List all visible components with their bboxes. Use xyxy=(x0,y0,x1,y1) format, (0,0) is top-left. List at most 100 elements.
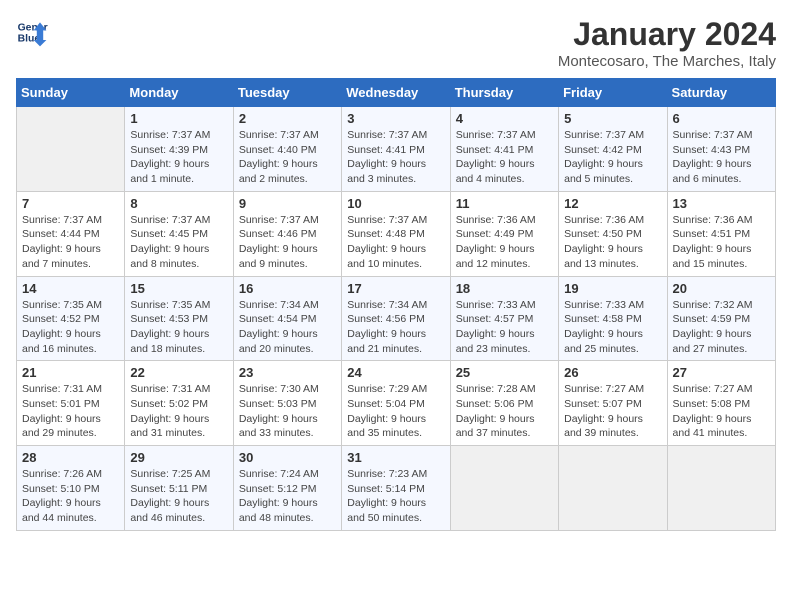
day-number: 4 xyxy=(456,111,553,126)
day-info: Sunrise: 7:31 AM Sunset: 5:01 PM Dayligh… xyxy=(22,382,119,441)
day-info: Sunrise: 7:34 AM Sunset: 4:56 PM Dayligh… xyxy=(347,298,444,357)
header-row: Sunday Monday Tuesday Wednesday Thursday… xyxy=(17,79,776,107)
calendar-subtitle: Montecosaro, The Marches, Italy xyxy=(558,53,776,70)
day-cell: 26 Sunrise: 7:27 AM Sunset: 5:07 PM Dayli… xyxy=(559,361,667,446)
day-number: 7 xyxy=(22,196,119,211)
day-number: 11 xyxy=(456,196,553,211)
day-cell: 15 Sunrise: 7:35 AM Sunset: 4:53 PM Dayli… xyxy=(125,276,233,361)
day-info: Sunrise: 7:37 AM Sunset: 4:41 PM Dayligh… xyxy=(347,128,444,187)
day-info: Sunrise: 7:36 AM Sunset: 4:49 PM Dayligh… xyxy=(456,213,553,272)
day-cell: 13Sunrise: 7:36 AM Sunset: 4:51 PM Dayli… xyxy=(667,191,775,276)
day-number: 23 xyxy=(239,365,336,380)
day-cell: 6 Sunrise: 7:37 AM Sunset: 4:43 PM Daylig… xyxy=(667,107,775,192)
day-cell: 1 Sunrise: 7:37 AM Sunset: 4:39 PM Daylig… xyxy=(125,107,233,192)
day-number: 30 xyxy=(239,450,336,465)
week-row-4: 28 Sunrise: 7:26 AM Sunset: 5:10 PM Dayli… xyxy=(17,446,776,531)
day-info: Sunrise: 7:34 AM Sunset: 4:54 PM Dayligh… xyxy=(239,298,336,357)
day-number: 26 xyxy=(564,365,661,380)
day-cell: 19Sunrise: 7:33 AM Sunset: 4:58 PM Dayli… xyxy=(559,276,667,361)
day-cell: 12 Sunrise: 7:36 AM Sunset: 4:50 PM Dayli… xyxy=(559,191,667,276)
day-number: 20 xyxy=(673,281,770,296)
day-info: Sunrise: 7:31 AM Sunset: 5:02 PM Dayligh… xyxy=(130,382,227,441)
header-tuesday: Tuesday xyxy=(233,79,341,107)
title-area: January 2024 Montecosaro, The Marches, I… xyxy=(558,16,776,70)
day-info: Sunrise: 7:33 AM Sunset: 4:57 PM Dayligh… xyxy=(456,298,553,357)
week-row-1: 7 Sunrise: 7:37 AM Sunset: 4:44 PM Daylig… xyxy=(17,191,776,276)
day-info: Sunrise: 7:37 AM Sunset: 4:45 PM Dayligh… xyxy=(130,213,227,272)
logo: General Blue xyxy=(16,16,48,48)
day-cell: 17Sunrise: 7:34 AM Sunset: 4:56 PM Dayli… xyxy=(342,276,450,361)
day-info: Sunrise: 7:37 AM Sunset: 4:48 PM Dayligh… xyxy=(347,213,444,272)
day-info: Sunrise: 7:25 AM Sunset: 5:11 PM Dayligh… xyxy=(130,467,227,526)
day-info: Sunrise: 7:27 AM Sunset: 5:08 PM Dayligh… xyxy=(673,382,770,441)
day-number: 18 xyxy=(456,281,553,296)
day-number: 8 xyxy=(130,196,227,211)
day-number: 12 xyxy=(564,196,661,211)
calendar-body: 1 Sunrise: 7:37 AM Sunset: 4:39 PM Daylig… xyxy=(17,107,776,531)
calendar-header: Sunday Monday Tuesday Wednesday Thursday… xyxy=(17,79,776,107)
day-number: 9 xyxy=(239,196,336,211)
day-cell: 23 Sunrise: 7:30 AM Sunset: 5:03 PM Dayli… xyxy=(233,361,341,446)
day-cell: 18 Sunrise: 7:33 AM Sunset: 4:57 PM Dayli… xyxy=(450,276,558,361)
day-info: Sunrise: 7:23 AM Sunset: 5:14 PM Dayligh… xyxy=(347,467,444,526)
day-cell: 3Sunrise: 7:37 AM Sunset: 4:41 PM Daylig… xyxy=(342,107,450,192)
day-info: Sunrise: 7:27 AM Sunset: 5:07 PM Dayligh… xyxy=(564,382,661,441)
header-wednesday: Wednesday xyxy=(342,79,450,107)
day-cell: 9 Sunrise: 7:37 AM Sunset: 4:46 PM Daylig… xyxy=(233,191,341,276)
day-number: 15 xyxy=(130,281,227,296)
header-monday: Monday xyxy=(125,79,233,107)
day-cell: 5Sunrise: 7:37 AM Sunset: 4:42 PM Daylig… xyxy=(559,107,667,192)
day-number: 28 xyxy=(22,450,119,465)
header-thursday: Thursday xyxy=(450,79,558,107)
day-info: Sunrise: 7:37 AM Sunset: 4:39 PM Dayligh… xyxy=(130,128,227,187)
page-header: General Blue January 2024 Montecosaro, T… xyxy=(16,16,776,70)
day-info: Sunrise: 7:37 AM Sunset: 4:41 PM Dayligh… xyxy=(456,128,553,187)
day-info: Sunrise: 7:35 AM Sunset: 4:53 PM Dayligh… xyxy=(130,298,227,357)
day-info: Sunrise: 7:36 AM Sunset: 4:51 PM Dayligh… xyxy=(673,213,770,272)
day-info: Sunrise: 7:26 AM Sunset: 5:10 PM Dayligh… xyxy=(22,467,119,526)
day-cell: 7 Sunrise: 7:37 AM Sunset: 4:44 PM Daylig… xyxy=(17,191,125,276)
day-cell: 31 Sunrise: 7:23 AM Sunset: 5:14 PM Dayli… xyxy=(342,446,450,531)
day-cell: 30Sunrise: 7:24 AM Sunset: 5:12 PM Dayli… xyxy=(233,446,341,531)
day-cell: 27 Sunrise: 7:27 AM Sunset: 5:08 PM Dayli… xyxy=(667,361,775,446)
day-cell: 2 Sunrise: 7:37 AM Sunset: 4:40 PM Daylig… xyxy=(233,107,341,192)
day-info: Sunrise: 7:28 AM Sunset: 5:06 PM Dayligh… xyxy=(456,382,553,441)
day-info: Sunrise: 7:30 AM Sunset: 5:03 PM Dayligh… xyxy=(239,382,336,441)
day-info: Sunrise: 7:29 AM Sunset: 5:04 PM Dayligh… xyxy=(347,382,444,441)
day-cell: 8 Sunrise: 7:37 AM Sunset: 4:45 PM Daylig… xyxy=(125,191,233,276)
day-number: 21 xyxy=(22,365,119,380)
day-info: Sunrise: 7:35 AM Sunset: 4:52 PM Dayligh… xyxy=(22,298,119,357)
header-friday: Friday xyxy=(559,79,667,107)
day-cell: 21 Sunrise: 7:31 AM Sunset: 5:01 PM Dayli… xyxy=(17,361,125,446)
day-info: Sunrise: 7:37 AM Sunset: 4:43 PM Dayligh… xyxy=(673,128,770,187)
day-number: 27 xyxy=(673,365,770,380)
day-cell xyxy=(559,446,667,531)
day-number: 22 xyxy=(130,365,227,380)
day-cell xyxy=(17,107,125,192)
day-number: 19 xyxy=(564,281,661,296)
day-number: 14 xyxy=(22,281,119,296)
week-row-2: 14 Sunrise: 7:35 AM Sunset: 4:52 PM Dayli… xyxy=(17,276,776,361)
calendar-table: Sunday Monday Tuesday Wednesday Thursday… xyxy=(16,78,776,531)
day-number: 10 xyxy=(347,196,444,211)
day-number: 31 xyxy=(347,450,444,465)
day-cell: 25Sunrise: 7:28 AM Sunset: 5:06 PM Dayli… xyxy=(450,361,558,446)
day-info: Sunrise: 7:37 AM Sunset: 4:40 PM Dayligh… xyxy=(239,128,336,187)
calendar-title: January 2024 xyxy=(558,16,776,53)
week-row-3: 21 Sunrise: 7:31 AM Sunset: 5:01 PM Dayli… xyxy=(17,361,776,446)
header-saturday: Saturday xyxy=(667,79,775,107)
day-info: Sunrise: 7:37 AM Sunset: 4:44 PM Dayligh… xyxy=(22,213,119,272)
day-number: 2 xyxy=(239,111,336,126)
day-number: 24 xyxy=(347,365,444,380)
day-number: 16 xyxy=(239,281,336,296)
day-cell: 16 Sunrise: 7:34 AM Sunset: 4:54 PM Dayli… xyxy=(233,276,341,361)
day-number: 1 xyxy=(130,111,227,126)
day-info: Sunrise: 7:37 AM Sunset: 4:46 PM Dayligh… xyxy=(239,213,336,272)
day-info: Sunrise: 7:36 AM Sunset: 4:50 PM Dayligh… xyxy=(564,213,661,272)
day-cell xyxy=(450,446,558,531)
day-number: 29 xyxy=(130,450,227,465)
day-cell: 4 Sunrise: 7:37 AM Sunset: 4:41 PM Daylig… xyxy=(450,107,558,192)
day-cell: 14 Sunrise: 7:35 AM Sunset: 4:52 PM Dayli… xyxy=(17,276,125,361)
day-number: 5 xyxy=(564,111,661,126)
day-number: 6 xyxy=(673,111,770,126)
